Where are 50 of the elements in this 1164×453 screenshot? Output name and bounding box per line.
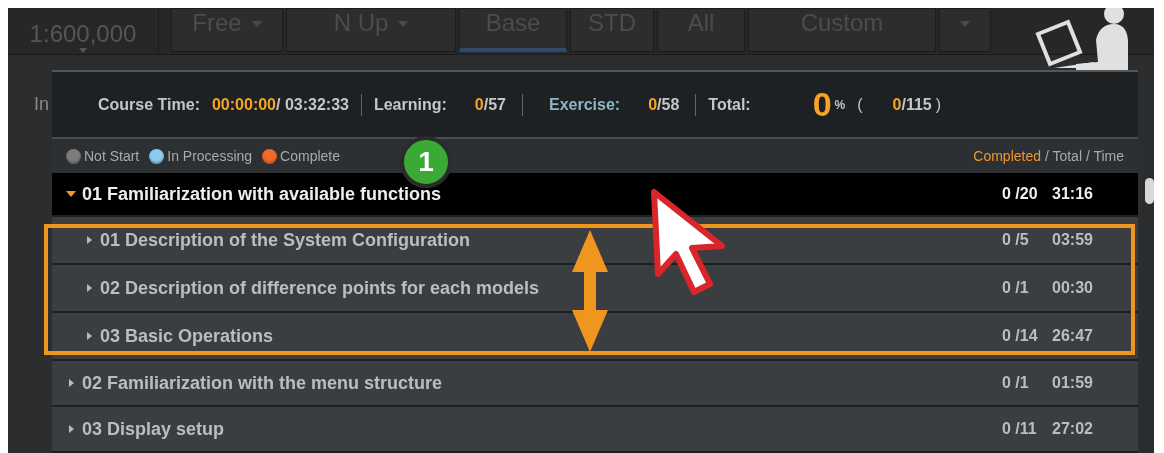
column-labels: / Total / Time <box>1043 148 1124 165</box>
exercise-label: Exercise: <box>549 95 621 114</box>
learning-total: /57 <box>483 95 506 114</box>
elapsed-time: 00:00:00 <box>211 95 276 114</box>
zoom-in-button[interactable]: In <box>34 94 49 115</box>
duration: 27:02 <box>1052 420 1094 438</box>
lesson-count: 0 /5 <box>1002 231 1030 249</box>
course-row[interactable]: 03 Basic Operations 0 /14 26:47 <box>52 313 1138 361</box>
total-label: Total: <box>708 95 751 114</box>
lesson-count: 0 /11 <box>1002 420 1038 438</box>
exercise-done: 0 <box>648 95 658 114</box>
scrollbar-thumb[interactable] <box>1145 178 1154 204</box>
duration: 01:59 <box>1052 374 1094 392</box>
caret-icon <box>960 21 970 27</box>
course-row[interactable]: 01 Familiarization with available functions 0 /20 31:16 <box>52 173 1138 217</box>
course-title: 03 Basic Operations <box>100 325 275 347</box>
percent-sign: % <box>834 97 846 112</box>
total-done: 0 <box>892 95 902 114</box>
exercise-total: /58 <box>657 95 680 114</box>
course-title: 03 Display setup <box>82 418 226 440</box>
lesson-count: 0 /1 <box>1002 279 1030 297</box>
completed-column-label: Completed <box>973 148 1041 165</box>
lesson-count: 0 /14 <box>1002 327 1039 345</box>
course-title: 02 Familiarization with the menu structure <box>82 372 444 394</box>
duration: 31:16 <box>1052 185 1094 203</box>
course-row[interactable]: 03 Display setup 0 /11 27:02 <box>52 407 1138 453</box>
total-count: /115 <box>901 95 932 114</box>
duration: 26:47 <box>1052 327 1094 345</box>
total-percent: 0 <box>812 85 832 125</box>
double-arrow-icon <box>572 230 608 352</box>
course-title: 02 Description of difference points for each models <box>100 277 541 299</box>
learning-label: Learning: <box>373 95 447 114</box>
duration: 03:59 <box>1052 231 1094 249</box>
legend-label: Not Start <box>84 148 140 165</box>
open-paren: ( <box>857 95 863 114</box>
duration: 00:30 <box>1052 279 1094 297</box>
lesson-count: 0 /20 <box>1002 185 1039 203</box>
lesson-count: 0 /1 <box>1002 374 1030 392</box>
legend-label: Complete <box>280 148 340 165</box>
course-time-label: Course Time: <box>98 95 200 114</box>
caret-icon <box>251 21 262 27</box>
caret-icon <box>398 21 409 27</box>
course-row[interactable]: 02 Description of difference points for each models 0 /1 00:30 <box>52 265 1138 313</box>
legend-label: In Processing <box>167 148 253 165</box>
caret-icon <box>79 47 87 53</box>
course-title: 01 Description of the System Configuration <box>100 229 472 251</box>
close-paren: ) <box>935 95 942 114</box>
total-time: / 03:32:33 <box>276 95 349 114</box>
learning-done: 0 <box>474 95 484 114</box>
course-row[interactable]: 02 Familiarization with the menu structure 0 /1 01:59 <box>52 361 1138 407</box>
